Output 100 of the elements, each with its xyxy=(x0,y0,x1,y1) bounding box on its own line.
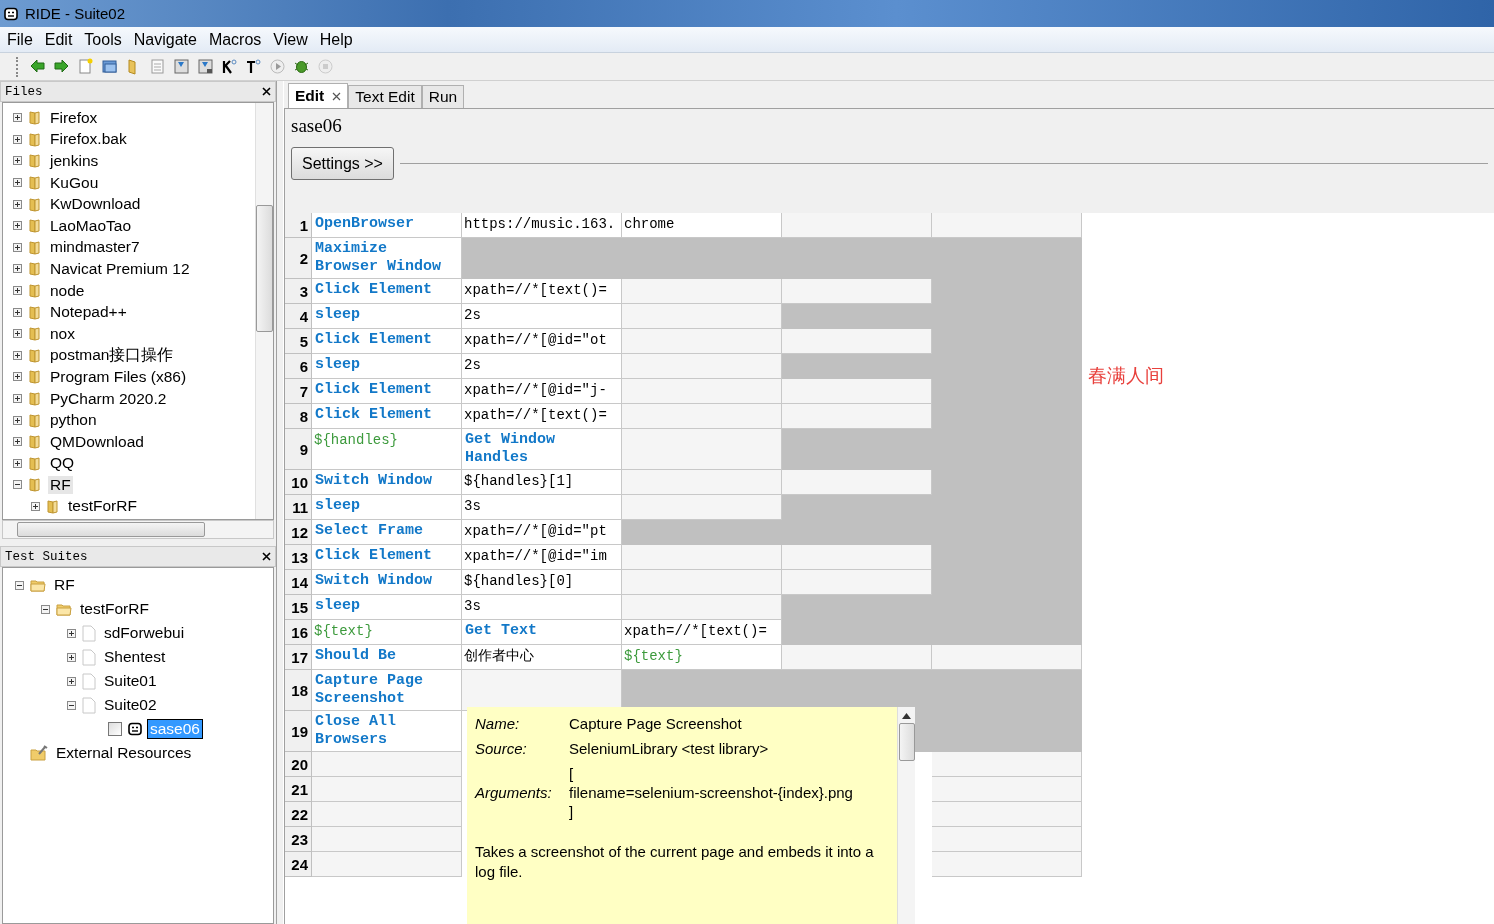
grid-cell: ${text} xyxy=(312,620,462,645)
field-label: Source: xyxy=(475,740,528,757)
tree-item[interactable]: External Resources xyxy=(54,744,194,762)
grid-cell: sleep xyxy=(312,495,462,520)
tree-item[interactable]: Navicat Premium 12 xyxy=(48,259,192,278)
expand-toggle[interactable] xyxy=(67,700,76,710)
expand-toggle[interactable] xyxy=(13,480,22,490)
expand-toggle[interactable] xyxy=(13,199,22,209)
tree-item[interactable]: LaoMaoTao xyxy=(48,216,133,235)
row-number: 8 xyxy=(285,404,312,429)
expand-toggle[interactable] xyxy=(13,134,22,144)
folder-icon xyxy=(27,477,43,493)
tree-item[interactable]: QMDownload xyxy=(48,432,146,451)
expand-toggle[interactable] xyxy=(13,264,22,274)
menu-item[interactable]: Help xyxy=(313,30,359,49)
menu-item[interactable]: Edit xyxy=(38,30,79,49)
tree-item[interactable]: Suite02 xyxy=(102,696,159,714)
tree-item[interactable]: Firefox.bak xyxy=(48,130,129,149)
expand-toggle[interactable] xyxy=(41,604,50,614)
row-number: 11 xyxy=(285,495,312,520)
tree-item[interactable]: PyCharm 2020.2 xyxy=(48,389,169,408)
menu-item[interactable]: Tools xyxy=(78,30,128,49)
expand-toggle[interactable] xyxy=(13,286,22,296)
menu-item[interactable]: File xyxy=(1,30,39,49)
expand-toggle[interactable] xyxy=(13,394,22,403)
vertical-scrollbar[interactable] xyxy=(255,103,273,519)
tree-item[interactable]: python xyxy=(48,411,99,430)
tab[interactable]: Text Edit xyxy=(348,85,422,108)
tree-item[interactable]: Shentest xyxy=(102,648,168,666)
expand-toggle[interactable] xyxy=(13,329,22,339)
vertical-scrollbar[interactable] xyxy=(897,707,915,924)
tree-item[interactable]: nox xyxy=(48,324,77,343)
tree-item[interactable]: QQ xyxy=(48,454,77,473)
grid-cell: 创作者中心 xyxy=(462,645,622,670)
expand-toggle[interactable] xyxy=(13,242,22,252)
tree-item[interactable]: testForRF xyxy=(66,497,139,516)
tree-item[interactable]: Notepad++ xyxy=(48,303,129,322)
tree-item[interactable]: postman接口操作 xyxy=(48,344,176,366)
row-number: 7 xyxy=(285,379,312,404)
tree-item[interactable]: RF xyxy=(52,576,77,594)
expand-toggle[interactable] xyxy=(13,437,22,447)
menu-item[interactable]: Navigate xyxy=(127,30,203,49)
robot-icon xyxy=(4,6,18,21)
tree-item[interactable]: KuGou xyxy=(48,173,101,192)
window-title: RIDE - Suite02 xyxy=(25,5,126,22)
save-all-button[interactable] xyxy=(195,56,215,77)
document-icon xyxy=(82,648,96,666)
row-number: 3 xyxy=(285,279,312,304)
grid-cell: Close All Browsers xyxy=(312,711,462,752)
folder-icon xyxy=(27,196,43,212)
grid-cell: Select Frame xyxy=(312,520,462,545)
tree-item[interactable]: sdForwebui xyxy=(102,624,187,642)
close-icon[interactable] xyxy=(262,87,271,96)
settings-button[interactable]: Settings >> xyxy=(291,147,394,180)
save-all-icon xyxy=(196,58,214,75)
close-icon[interactable] xyxy=(332,91,342,101)
scroll-thumb[interactable] xyxy=(898,723,915,761)
tree-item[interactable]: Firefox xyxy=(48,108,100,127)
expand-toggle[interactable] xyxy=(13,372,22,382)
tree-item[interactable]: testForRF xyxy=(78,600,151,618)
tree-item[interactable]: node xyxy=(48,281,87,300)
menu-item[interactable]: View xyxy=(267,30,314,49)
tree-item[interactable]: Program Files (x86) xyxy=(48,367,189,386)
tree-item[interactable]: mindmaster7 xyxy=(48,238,142,257)
expand-toggle[interactable] xyxy=(67,676,76,686)
expand-toggle[interactable] xyxy=(67,628,76,638)
folder-icon xyxy=(27,369,43,385)
document-icon xyxy=(82,696,96,714)
expand-toggle[interactable] xyxy=(13,178,22,188)
close-icon[interactable] xyxy=(262,552,271,561)
tree-item[interactable]: jenkins xyxy=(48,152,101,170)
scroll-up-arrow-icon[interactable] xyxy=(902,713,911,719)
tab[interactable]: Edit xyxy=(288,83,349,108)
expand-toggle[interactable] xyxy=(15,580,24,590)
grid-cell: xpath=//*[text()= xyxy=(462,279,622,304)
expand-toggle[interactable] xyxy=(67,652,76,662)
folder-icon xyxy=(27,434,43,450)
expand-toggle[interactable] xyxy=(13,458,22,468)
keyword-description: Takes a screenshot of the current page and embeds it into a log file. xyxy=(475,842,875,882)
tab[interactable]: Run xyxy=(421,85,465,108)
expand-toggle[interactable] xyxy=(13,221,22,231)
expand-toggle[interactable] xyxy=(13,415,22,425)
expand-toggle[interactable] xyxy=(31,502,40,511)
expand-toggle[interactable] xyxy=(13,350,22,360)
folder-icon xyxy=(27,304,43,320)
tree-item[interactable]: RF xyxy=(48,475,73,494)
grid-cell: sleep xyxy=(312,304,462,329)
tree-item[interactable]: Suite01 xyxy=(102,672,159,690)
save-button[interactable] xyxy=(171,56,191,77)
field-value: Capture Page Screenshot xyxy=(569,715,743,732)
expand-toggle[interactable] xyxy=(13,113,22,123)
tree-item[interactable]: KwDownload xyxy=(48,195,143,214)
expand-toggle[interactable] xyxy=(13,156,22,166)
menu-item[interactable]: Macros xyxy=(202,30,268,49)
horizontal-scrollbar[interactable] xyxy=(2,520,274,539)
grid-cell: ${text} xyxy=(622,645,782,670)
checkbox[interactable] xyxy=(108,722,122,736)
row-number: 14 xyxy=(285,570,312,595)
row-number: 16 xyxy=(285,620,312,645)
expand-toggle[interactable] xyxy=(13,307,22,317)
